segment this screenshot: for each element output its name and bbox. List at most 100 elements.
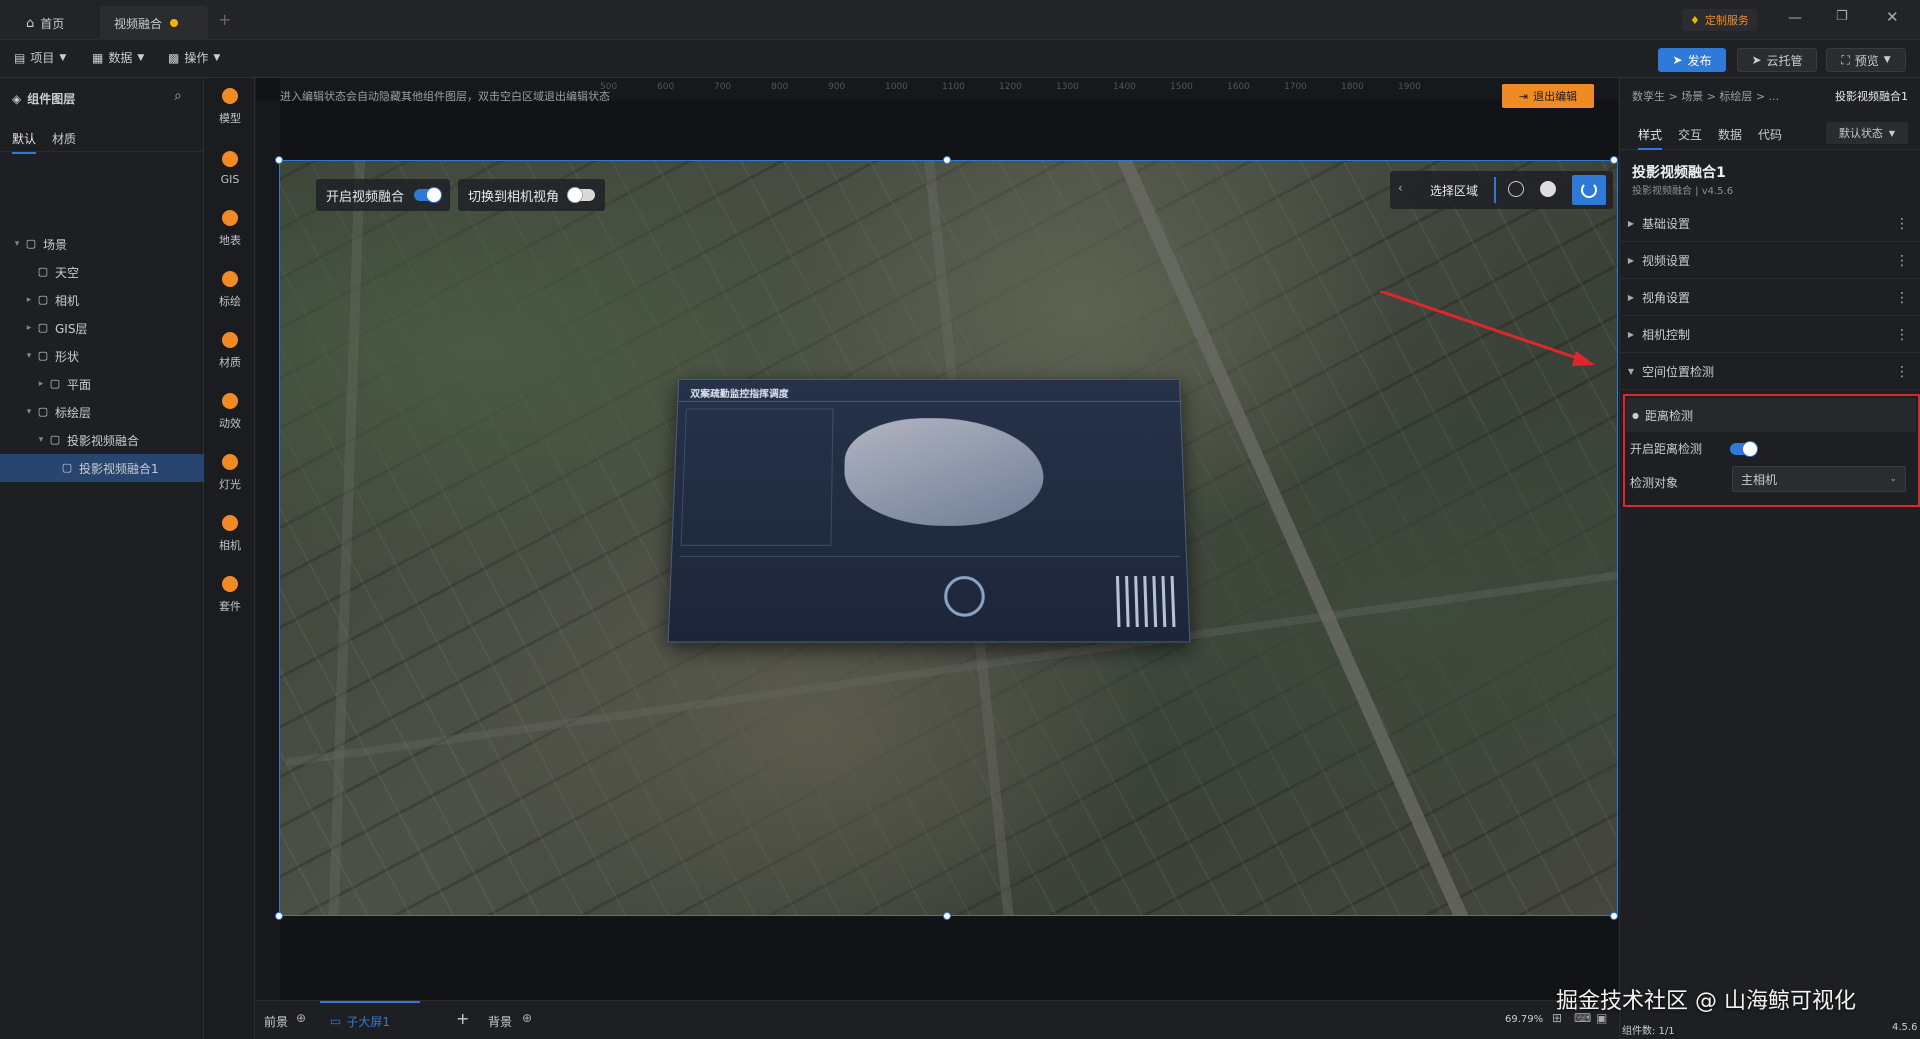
- zoom-level[interactable]: 69.79%: [1505, 1014, 1543, 1025]
- add-icon[interactable]: +: [456, 1009, 469, 1028]
- ruler-tick: 1000: [885, 82, 908, 92]
- tool-icon: [222, 454, 238, 470]
- tree-item[interactable]: ▾ ▢ 形状: [0, 342, 204, 370]
- tab-code[interactable]: 代码: [1758, 126, 1782, 143]
- ruler-tick: 1700: [1284, 82, 1307, 92]
- ruler-tick: 900: [828, 82, 846, 92]
- resize-handle[interactable]: [943, 156, 951, 164]
- publish-button[interactable]: ➤ 发布: [1658, 48, 1726, 72]
- resize-handle[interactable]: [275, 156, 283, 164]
- resize-handle[interactable]: [943, 912, 951, 920]
- exit-edit-button[interactable]: ⇥ 退出编辑: [1502, 84, 1594, 108]
- tab-data[interactable]: 数据: [1718, 126, 1742, 143]
- section-0[interactable]: ▶ 基础设置 ⋮: [1620, 206, 1920, 242]
- section-4[interactable]: ▼ 空间位置检测 ⋮: [1620, 354, 1920, 390]
- menu-operate[interactable]: ▩ 操作 ▼: [168, 49, 220, 66]
- state-select[interactable]: 默认状态 ▼: [1826, 122, 1908, 144]
- preview-label: 预览: [1854, 53, 1879, 68]
- more-icon[interactable]: ⋮: [1895, 290, 1909, 306]
- more-icon[interactable]: ⋮: [1895, 327, 1909, 343]
- tree-item[interactable]: ▾ ▢ 场景: [0, 230, 204, 258]
- section-1[interactable]: ▶ 视频设置 ⋮: [1620, 243, 1920, 279]
- tree-item-label: 投影视频融合: [67, 433, 140, 448]
- tree-item[interactable]: ▾ ▢ 投影视频融合: [0, 426, 204, 454]
- tool-4[interactable]: 材质: [205, 322, 255, 380]
- projected-dashboard: 双案疏勤监控指挥调度: [667, 378, 1191, 643]
- tab-interaction[interactable]: 交互: [1678, 126, 1702, 143]
- chevron-down-icon[interactable]: ▾: [34, 435, 48, 445]
- chevron-right-icon[interactable]: ▸: [34, 379, 48, 389]
- tool-3[interactable]: 标绘: [205, 261, 255, 319]
- mini-bar-chart: [1115, 576, 1179, 628]
- tool-5[interactable]: 动效: [205, 383, 255, 441]
- chevron-down-icon[interactable]: ▾: [10, 239, 24, 249]
- menu-data[interactable]: ▦ 数据 ▼: [92, 49, 144, 66]
- cloud-host-button[interactable]: ➤ 云托管: [1737, 48, 1817, 72]
- map-shape: [843, 418, 1045, 526]
- layer-tab-active[interactable]: ▭ 子大屏1: [320, 1001, 420, 1039]
- background-tab[interactable]: 背景: [488, 1013, 512, 1030]
- sky-icon: ▢: [37, 265, 49, 278]
- resize-handle[interactable]: [1610, 912, 1618, 920]
- globe-icon[interactable]: [1508, 181, 1524, 197]
- tab-default[interactable]: 默认: [12, 130, 37, 154]
- tool-6[interactable]: 灯光: [205, 444, 255, 502]
- chevron-right-icon[interactable]: ▸: [22, 295, 36, 305]
- foreground-tab[interactable]: 前景: [264, 1013, 288, 1030]
- breadcrumb[interactable]: 数孪生 > 场景 > 标绘层 > ...: [1632, 88, 1779, 104]
- tab-style[interactable]: 样式: [1638, 126, 1663, 150]
- resize-handle[interactable]: [1610, 156, 1618, 164]
- add-circle-icon[interactable]: ⊕: [522, 1011, 532, 1025]
- chevron-down-icon[interactable]: ▾: [22, 407, 36, 417]
- tree-item[interactable]: ▢ 投影视频融合1: [0, 454, 204, 482]
- version-label: 4.5.6: [1892, 1022, 1918, 1033]
- satellite-scene[interactable]: 开启视频融合 切换到相机视角 ‹ 选择区域 双案疏勤监控指挥调度: [279, 160, 1618, 916]
- camera-view-toggle[interactable]: [567, 187, 596, 203]
- layer-panel-title: 组件图层: [27, 92, 76, 106]
- tab-home[interactable]: ⌂ 首页: [12, 6, 78, 40]
- chevron-left-icon[interactable]: ‹: [1398, 181, 1403, 195]
- more-icon[interactable]: ⋮: [1895, 364, 1909, 380]
- menu-project[interactable]: ▤ 项目 ▼: [14, 49, 66, 66]
- tree-item[interactable]: ▸ ▢ GIS层: [0, 314, 204, 342]
- restore-icon[interactable]: ❐: [1836, 9, 1848, 24]
- tool-0[interactable]: 模型: [205, 78, 255, 136]
- chevron-down-icon: ▼: [213, 52, 221, 63]
- folder-icon: ▢: [37, 405, 49, 418]
- resize-handle[interactable]: [275, 912, 283, 920]
- section-3[interactable]: ▶ 相机控制 ⋮: [1620, 317, 1920, 353]
- gauge-ring: [944, 576, 985, 617]
- circle-icon[interactable]: [1540, 181, 1556, 197]
- close-icon[interactable]: ✕: [1886, 8, 1899, 26]
- tree-item[interactable]: ▢ 天空: [0, 258, 204, 286]
- tree-item[interactable]: ▸ ▢ 相机: [0, 286, 204, 314]
- search-icon[interactable]: ⌕: [174, 88, 182, 104]
- tool-8[interactable]: 套件: [205, 566, 255, 624]
- more-icon[interactable]: ⋮: [1895, 253, 1909, 269]
- divider: [1494, 177, 1496, 203]
- add-tab-icon[interactable]: +: [218, 10, 231, 29]
- tree-item-label: GIS层: [55, 321, 88, 336]
- tool-2[interactable]: 地表: [205, 200, 255, 258]
- custom-service-badge[interactable]: ♦ 定制服务: [1682, 9, 1757, 31]
- video-fusion-label: 开启视频融合: [326, 189, 405, 205]
- tool-1[interactable]: GIS: [205, 139, 255, 197]
- add-circle-icon[interactable]: ⊕: [296, 1011, 306, 1025]
- more-icon[interactable]: ⋮: [1895, 216, 1909, 232]
- chevron-down-icon[interactable]: ▾: [22, 351, 36, 361]
- chevron-right-icon[interactable]: ▸: [22, 323, 36, 333]
- tree-item[interactable]: ▾ ▢ 标绘层: [0, 398, 204, 426]
- tree-item[interactable]: ▸ ▢ 平面: [0, 370, 204, 398]
- tool-7[interactable]: 相机: [205, 505, 255, 563]
- section-2[interactable]: ▶ 视角设置 ⋮: [1620, 280, 1920, 316]
- tool-label: 标绘: [219, 295, 241, 308]
- canvas-area[interactable]: 500 600 700 800 900 1000 1100 1200 1300 1400 1500 1…: [256, 78, 1618, 1000]
- video-fusion-toggle[interactable]: [414, 187, 443, 203]
- tab-video-fusion[interactable]: 视频融合: [100, 6, 208, 40]
- component-subtitle: 投影视频融合 | v4.5.6: [1632, 186, 1734, 197]
- tab-material[interactable]: 材质: [52, 130, 76, 147]
- minimize-icon[interactable]: —: [1788, 10, 1802, 26]
- preview-button[interactable]: ⛶ 预览 ▼: [1826, 48, 1906, 72]
- rotate-tool-button[interactable]: [1572, 175, 1606, 205]
- tool-label: 材质: [219, 356, 241, 369]
